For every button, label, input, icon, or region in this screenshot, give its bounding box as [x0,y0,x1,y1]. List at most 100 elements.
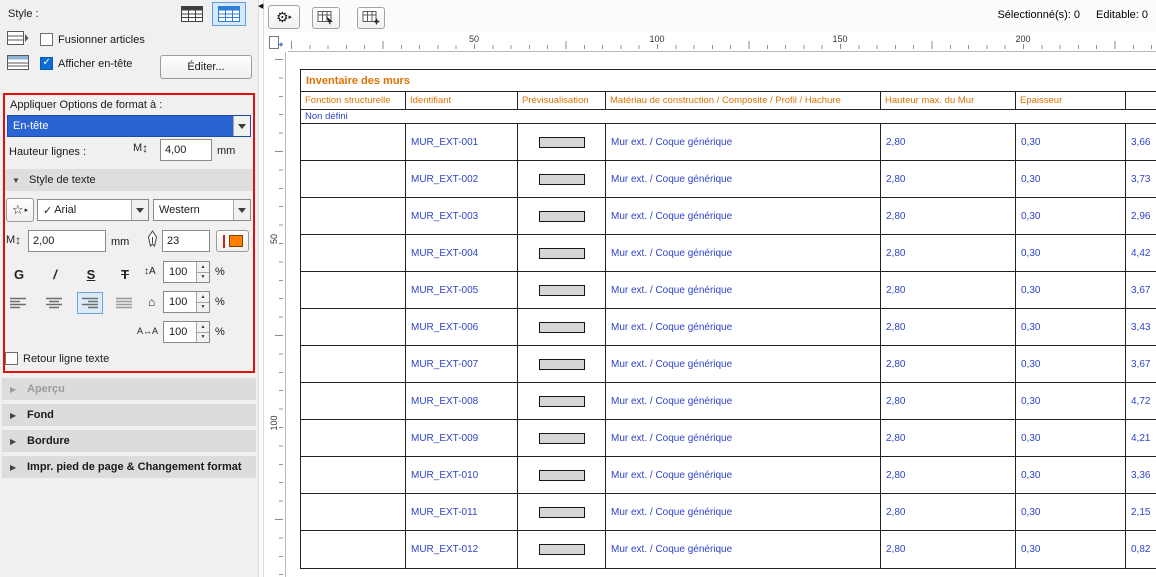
cell-preview[interactable] [518,383,606,419]
cell-thickness[interactable]: 0,30 [1016,198,1126,234]
cell-function[interactable] [301,383,406,419]
settings-button[interactable]: ⚙ ▸ [268,5,300,29]
letter-spacing-stepper[interactable]: 100 ▲ ▼ [163,321,210,343]
cell-max-height[interactable]: 2,80 [881,235,1016,271]
cell-extra[interactable]: 2,15 [1126,494,1156,530]
italic-button[interactable]: / [40,262,70,286]
collapse-left-icon[interactable]: ◀ [258,2,263,10]
cell-id[interactable]: MUR_EXT-010 [406,457,518,493]
chevron-down-icon[interactable] [233,116,250,136]
cell-thickness[interactable]: 0,30 [1016,124,1126,160]
stepper-arrows[interactable]: ▲ ▼ [196,292,209,312]
cell-extra[interactable]: 3,43 [1126,309,1156,345]
cell-extra[interactable]: 3,73 [1126,161,1156,197]
cell-preview[interactable] [518,346,606,382]
table-row[interactable]: MUR_EXT-010 Mur ext. / Coque générique 2,8… [301,457,1156,494]
table-row[interactable]: MUR_EXT-008 Mur ext. / Coque générique 2,8… [301,383,1156,420]
cell-material[interactable]: Mur ext. / Coque générique [606,309,881,345]
table-row[interactable]: MUR_EXT-009 Mur ext. / Coque générique 2,8… [301,420,1156,457]
cell-preview[interactable] [518,124,606,160]
cell-function[interactable] [301,346,406,382]
cell-function[interactable] [301,124,406,160]
column-header[interactable]: Epaisseur [1016,92,1126,109]
cell-id[interactable]: MUR_EXT-007 [406,346,518,382]
cell-id[interactable]: MUR_EXT-004 [406,235,518,271]
group-row[interactable]: Non défini [301,110,1156,124]
cell-preview[interactable] [518,309,606,345]
cell-extra[interactable]: 2,96 [1126,198,1156,234]
section-fond[interactable]: ▶ Fond [2,404,256,426]
text-wrap-checkbox[interactable] [5,352,18,365]
cell-material[interactable]: Mur ext. / Coque générique [606,346,881,382]
column-header[interactable]: Fonction structurelle [301,92,406,109]
cell-function[interactable] [301,457,406,493]
cell-extra[interactable]: 3,67 [1126,346,1156,382]
underline-button[interactable]: S [76,262,106,286]
cell-id[interactable]: MUR_EXT-002 [406,161,518,197]
cell-material[interactable]: Mur ext. / Coque générique [606,198,881,234]
font-family-dropdown[interactable]: ✓ Arial [37,199,149,221]
apply-target-dropdown[interactable]: En-tête [7,115,251,137]
align-left-button[interactable] [5,292,31,314]
pen-color-button[interactable] [216,230,249,252]
align-justify-button[interactable] [111,292,137,314]
horizontal-ruler[interactable]: 50 100 150 200 [288,32,1156,52]
column-header[interactable]: Identifiant [406,92,518,109]
cell-preview[interactable] [518,272,606,308]
cell-function[interactable] [301,198,406,234]
cell-id[interactable]: MUR_EXT-009 [406,420,518,456]
section-impr[interactable]: ▶ Impr. pied de page & Changement format [2,456,256,478]
cell-preview[interactable] [518,457,606,493]
cell-extra[interactable]: 3,66 [1126,124,1156,160]
cell-extra[interactable]: 0,82 [1126,531,1156,568]
cell-max-height[interactable]: 2,80 [881,494,1016,530]
cell-material[interactable]: Mur ext. / Coque générique [606,235,881,271]
section-style-de-texte[interactable]: ▼ Style de texte [4,169,254,191]
cell-thickness[interactable]: 0,30 [1016,235,1126,271]
stepper-up-icon[interactable]: ▲ [197,322,209,333]
stepper-up-icon[interactable]: ▲ [197,262,209,273]
new-field-button[interactable] [357,7,385,29]
align-center-button[interactable] [41,292,67,314]
table-row[interactable]: MUR_EXT-005 Mur ext. / Coque générique 2,8… [301,272,1156,309]
chevron-down-icon[interactable] [233,200,250,220]
bold-button[interactable]: G [4,262,34,286]
char-width-stepper[interactable]: 100 ▲ ▼ [163,291,210,313]
table-row[interactable]: MUR_EXT-012 Mur ext. / Coque générique 2,8… [301,531,1156,568]
column-header[interactable]: Matériau de construction / Composite / P… [606,92,881,109]
ruler-origin-button[interactable] [266,33,286,51]
cell-thickness[interactable]: 0,30 [1016,420,1126,456]
cell-id[interactable]: MUR_EXT-005 [406,272,518,308]
cell-max-height[interactable]: 2,80 [881,309,1016,345]
cell-id[interactable]: MUR_EXT-008 [406,383,518,419]
table-row[interactable]: MUR_EXT-006 Mur ext. / Coque générique 2,8… [301,309,1156,346]
table-row[interactable]: MUR_EXT-001 Mur ext. / Coque générique 2,8… [301,124,1156,161]
favorite-star-button[interactable]: ☆ ▸ [6,198,34,222]
cell-material[interactable]: Mur ext. / Coque générique [606,457,881,493]
cell-id[interactable]: MUR_EXT-012 [406,531,518,568]
fusionner-checkbox[interactable] [40,33,53,46]
cell-preview[interactable] [518,494,606,530]
stepper-up-icon[interactable]: ▲ [197,292,209,303]
style-view-compact-button[interactable] [176,2,208,26]
stepper-down-icon[interactable]: ▼ [197,302,209,312]
cell-id[interactable]: MUR_EXT-003 [406,198,518,234]
cell-thickness[interactable]: 0,30 [1016,309,1126,345]
schedule-canvas[interactable]: Inventaire des murs Fonction structurell… [286,52,1156,577]
section-bordure[interactable]: ▶ Bordure [2,430,256,452]
script-dropdown[interactable]: Western [153,199,251,221]
cell-max-height[interactable]: 2,80 [881,383,1016,419]
cell-max-height[interactable]: 2,80 [881,198,1016,234]
chevron-down-icon[interactable] [131,200,148,220]
cell-preview[interactable] [518,235,606,271]
cell-max-height[interactable]: 2,80 [881,457,1016,493]
cell-thickness[interactable]: 0,30 [1016,346,1126,382]
cell-thickness[interactable]: 0,30 [1016,383,1126,419]
section-apercu[interactable]: ▶ Aperçu [2,378,256,400]
line-spacing-stepper[interactable]: 100 ▲ ▼ [163,261,210,283]
cell-function[interactable] [301,235,406,271]
table-row[interactable]: MUR_EXT-002 Mur ext. / Coque générique 2,8… [301,161,1156,198]
vertical-ruler[interactable]: 50 100 [264,52,286,577]
cell-material[interactable]: Mur ext. / Coque générique [606,161,881,197]
cell-material[interactable]: Mur ext. / Coque générique [606,420,881,456]
